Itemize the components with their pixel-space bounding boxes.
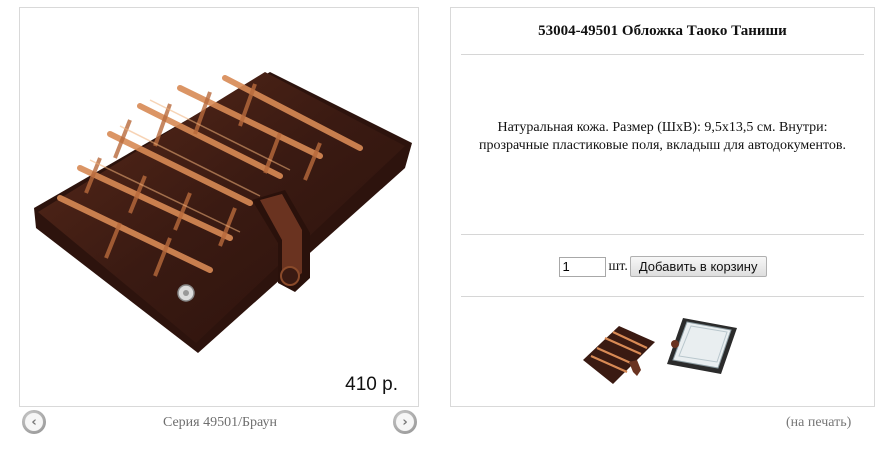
- chevron-left-icon: ‹: [25, 413, 43, 431]
- next-image-button[interactable]: ›: [393, 410, 417, 434]
- product-image[interactable]: [20, 8, 418, 406]
- divider: [461, 296, 864, 297]
- product-photo-frame: 410 р.: [19, 7, 419, 407]
- product-thumbnail-open[interactable]: [663, 314, 743, 379]
- product-price: 410 р.: [345, 374, 398, 395]
- divider: [461, 54, 864, 55]
- product-title: 53004-49501 Обложка Таоко Таниши: [538, 23, 787, 39]
- quantity-unit-label: шт.: [608, 258, 628, 274]
- series-caption: Серия 49501/Браун: [162, 415, 278, 430]
- add-to-cart-row: шт. Добавить в корзину: [451, 256, 874, 277]
- chevron-right-icon: ›: [396, 413, 414, 431]
- product-thumbnail-cover[interactable]: [581, 322, 661, 387]
- divider: [461, 234, 864, 235]
- product-description: Натуральная кожа. Размер (ШхВ): 9,5х13,5…: [478, 120, 847, 153]
- product-info-panel: 53004-49501 Обложка Таоко Таниши Натурал…: [450, 7, 875, 407]
- print-link[interactable]: (на печать): [786, 415, 851, 431]
- quantity-input[interactable]: [558, 256, 606, 277]
- add-to-cart-button[interactable]: Добавить в корзину: [629, 256, 767, 277]
- previous-image-button[interactable]: ‹: [22, 410, 46, 434]
